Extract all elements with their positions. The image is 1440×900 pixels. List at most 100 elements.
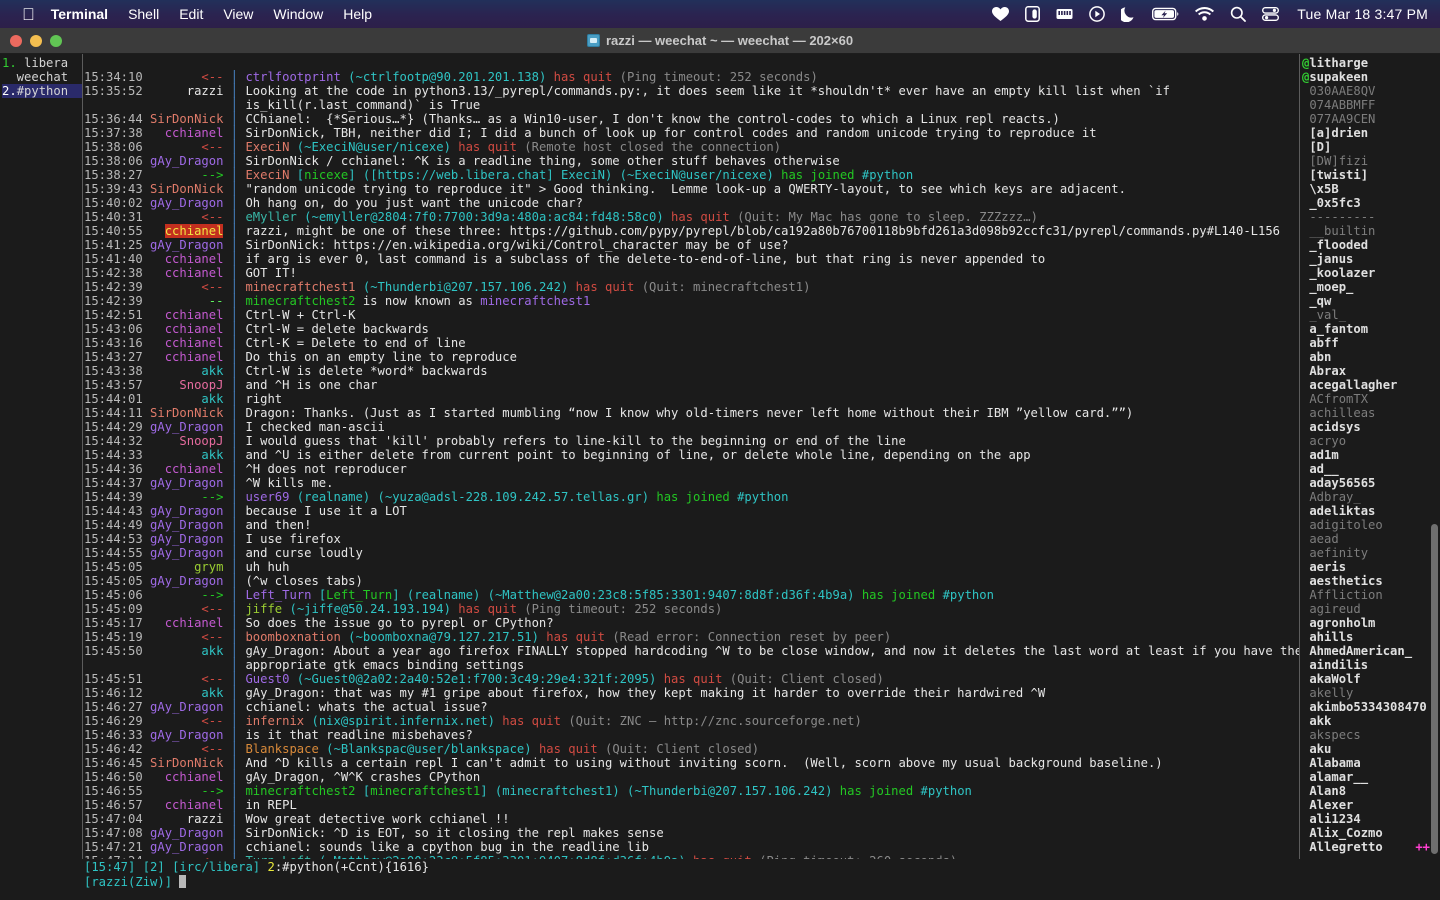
nicklist-item[interactable]: _moep_ xyxy=(1302,280,1430,294)
minimize-button[interactable] xyxy=(30,34,42,47)
nicklist-item[interactable]: Alan8 xyxy=(1302,784,1430,798)
nicklist-item[interactable]: Alexer xyxy=(1302,798,1430,812)
menu-item-window[interactable]: Window xyxy=(273,6,323,22)
message-text: SirDonNick: https://en.wikipedia.org/wik… xyxy=(245,238,789,252)
buffer-item-#python[interactable]: 2.#python xyxy=(2,84,82,98)
nicklist-item[interactable]: adeliktas xyxy=(1302,504,1430,518)
control-center-icon[interactable] xyxy=(1025,5,1041,23)
search-icon[interactable] xyxy=(1230,5,1247,23)
menu-item-shell[interactable]: Shell xyxy=(128,6,159,22)
buffer-item-libera[interactable]: 1. libera xyxy=(2,56,82,70)
nicklist-item[interactable]: _qw xyxy=(1302,294,1430,308)
message-timestamp: 15:44:29 xyxy=(84,420,143,434)
nicklist-item[interactable]: _val_ xyxy=(1302,308,1430,322)
nicklist-item[interactable]: akimbo5334308470 xyxy=(1302,700,1430,714)
window-titlebar[interactable]: razzi — weechat ~ — weechat — 202×60 xyxy=(0,28,1440,54)
nicklist-item[interactable]: @supakeen xyxy=(1302,70,1430,84)
nicklist-item[interactable]: acryo xyxy=(1302,434,1430,448)
nicklist-item[interactable]: akelly xyxy=(1302,686,1430,700)
nicklist-item[interactable]: [DW]fizi xyxy=(1302,154,1430,168)
menu-item-terminal[interactable]: Terminal xyxy=(51,6,108,22)
chat-line: 15:46:45 SirDonNick │ And ^D kills a cer… xyxy=(84,756,1299,770)
nicklist-item[interactable]: abff xyxy=(1302,336,1430,350)
nicklist-item[interactable]: alamar__ xyxy=(1302,770,1430,784)
nicklist-item[interactable]: Adbray_ xyxy=(1302,490,1430,504)
chat-line: 15:44:55 gAy_Dragon │ and curse loudly xyxy=(84,546,1299,560)
message-timestamp: 15:40:31 xyxy=(84,210,143,224)
nicklist-item[interactable]: _janus xyxy=(1302,252,1430,266)
nicklist-item[interactable]: a_fantom xyxy=(1302,322,1430,336)
input-line[interactable]: [razzi(Ziw)] xyxy=(84,875,1434,890)
apple-logo-icon[interactable]:  xyxy=(22,6,35,23)
menubar-clock[interactable]: Tue Mar 18 3:47 PM xyxy=(1297,6,1428,22)
screen-icon[interactable] xyxy=(1056,5,1073,23)
input-value[interactable] xyxy=(172,875,179,889)
nicklist-item[interactable]: aefinity xyxy=(1302,546,1430,560)
nicklist-item[interactable]: aday56565 xyxy=(1302,476,1430,490)
menu-item-view[interactable]: View xyxy=(223,6,253,22)
nicklist-more-indicator[interactable]: ++ xyxy=(1415,840,1430,854)
nicklist-item[interactable]: [D] xyxy=(1302,140,1430,154)
message-timestamp: 15:44:32 xyxy=(84,434,143,448)
heart-pulse-icon[interactable] xyxy=(992,5,1010,23)
play-circle-icon[interactable] xyxy=(1089,5,1106,23)
buffer-item-weechat[interactable]: weechat xyxy=(2,70,82,84)
nicklist-item[interactable]: _koolazer xyxy=(1302,266,1430,280)
nicklist-item[interactable]: ad1m xyxy=(1302,448,1430,462)
nicklist-item[interactable]: _flooded xyxy=(1302,238,1430,252)
nicklist-item[interactable]: ad__ xyxy=(1302,462,1430,476)
nicklist-item[interactable]: aesthetics xyxy=(1302,574,1430,588)
nicklist[interactable]: @litharge @supakeen 030AAE8QV 074ABBMFF 0… xyxy=(1302,56,1430,859)
nicklist-item[interactable]: Alix_Cozmo xyxy=(1302,826,1430,840)
nicklist-scrollbar[interactable] xyxy=(1431,524,1438,854)
moon-icon[interactable] xyxy=(1121,5,1136,23)
menu-item-edit[interactable]: Edit xyxy=(179,6,203,22)
nick-name: ali1234 xyxy=(1309,812,1361,826)
nicklist-item[interactable]: 030AAE8QV xyxy=(1302,84,1430,98)
nicklist-item[interactable]: AhmedAmerican_ xyxy=(1302,644,1430,658)
nicklist-item[interactable]: akspecs xyxy=(1302,728,1430,742)
buffer-list[interactable]: 1. libera weechat 2.#python xyxy=(0,54,82,859)
nicklist-item[interactable]: acegallagher xyxy=(1302,378,1430,392)
nicklist-item[interactable]: [a]drien xyxy=(1302,126,1430,140)
chat-messages[interactable]: 15:34:10 <-- │ ctrlfootprint (~ctrlfootp… xyxy=(84,70,1299,859)
menu-item-help[interactable]: Help xyxy=(343,6,372,22)
nicklist-item[interactable]: \x5B xyxy=(1302,182,1430,196)
nicklist-item[interactable]: acidsys xyxy=(1302,420,1430,434)
nicklist-item[interactable]: Allegretto ++ xyxy=(1302,840,1430,854)
toggles-icon[interactable] xyxy=(1262,5,1280,23)
nicklist-item[interactable]: agronholm xyxy=(1302,616,1430,630)
nicklist-item[interactable]: --------- xyxy=(1302,210,1430,224)
nicklist-item[interactable]: 077AA9CEN xyxy=(1302,112,1430,126)
nicklist-item[interactable]: aindilis xyxy=(1302,658,1430,672)
wifi-icon[interactable] xyxy=(1195,5,1215,23)
nicklist-item[interactable]: akk xyxy=(1302,714,1430,728)
nicklist-item[interactable]: ACfromTX xyxy=(1302,392,1430,406)
nicklist-item[interactable]: __builtin xyxy=(1302,224,1430,238)
zoom-button[interactable] xyxy=(50,34,62,47)
chat-line: 15:44:11 SirDonNick │ Dragon: Thanks. (J… xyxy=(84,406,1299,420)
nicklist-item[interactable]: 074ABBMFF xyxy=(1302,98,1430,112)
nicklist-item[interactable]: adigitoleo xyxy=(1302,518,1430,532)
nicklist-item[interactable]: abn xyxy=(1302,350,1430,364)
nicklist-item[interactable]: [twisti] xyxy=(1302,168,1430,182)
message-nick: --> xyxy=(142,168,224,182)
nicklist-item[interactable]: Abrax xyxy=(1302,364,1430,378)
nicklist-item[interactable]: _0x5fc3 xyxy=(1302,196,1430,210)
nicklist-item[interactable]: Affliction xyxy=(1302,588,1430,602)
nicklist-item[interactable]: agireud xyxy=(1302,602,1430,616)
weechat-terminal[interactable]: 1. libera weechat2.#python Anything Pyth… xyxy=(0,54,1440,900)
nicklist-item[interactable]: aeris xyxy=(1302,560,1430,574)
nicklist-item[interactable]: Alabama xyxy=(1302,756,1430,770)
nicklist-item[interactable]: achilleas xyxy=(1302,406,1430,420)
nicklist-item[interactable]: aead xyxy=(1302,532,1430,546)
nicklist-item[interactable]: akaWolf xyxy=(1302,672,1430,686)
nicklist-item[interactable]: aku xyxy=(1302,742,1430,756)
nicklist-item[interactable]: ahills xyxy=(1302,630,1430,644)
battery-charging-icon[interactable] xyxy=(1152,5,1179,23)
close-button[interactable] xyxy=(10,34,22,47)
nicklist-item[interactable]: ali1234 xyxy=(1302,812,1430,826)
nicklist-item[interactable]: @litharge xyxy=(1302,56,1430,70)
chat-line: 15:44:29 gAy_Dragon │ I checked man-asci… xyxy=(84,420,1299,434)
nick-name: Alix_Cozmo xyxy=(1309,826,1383,840)
